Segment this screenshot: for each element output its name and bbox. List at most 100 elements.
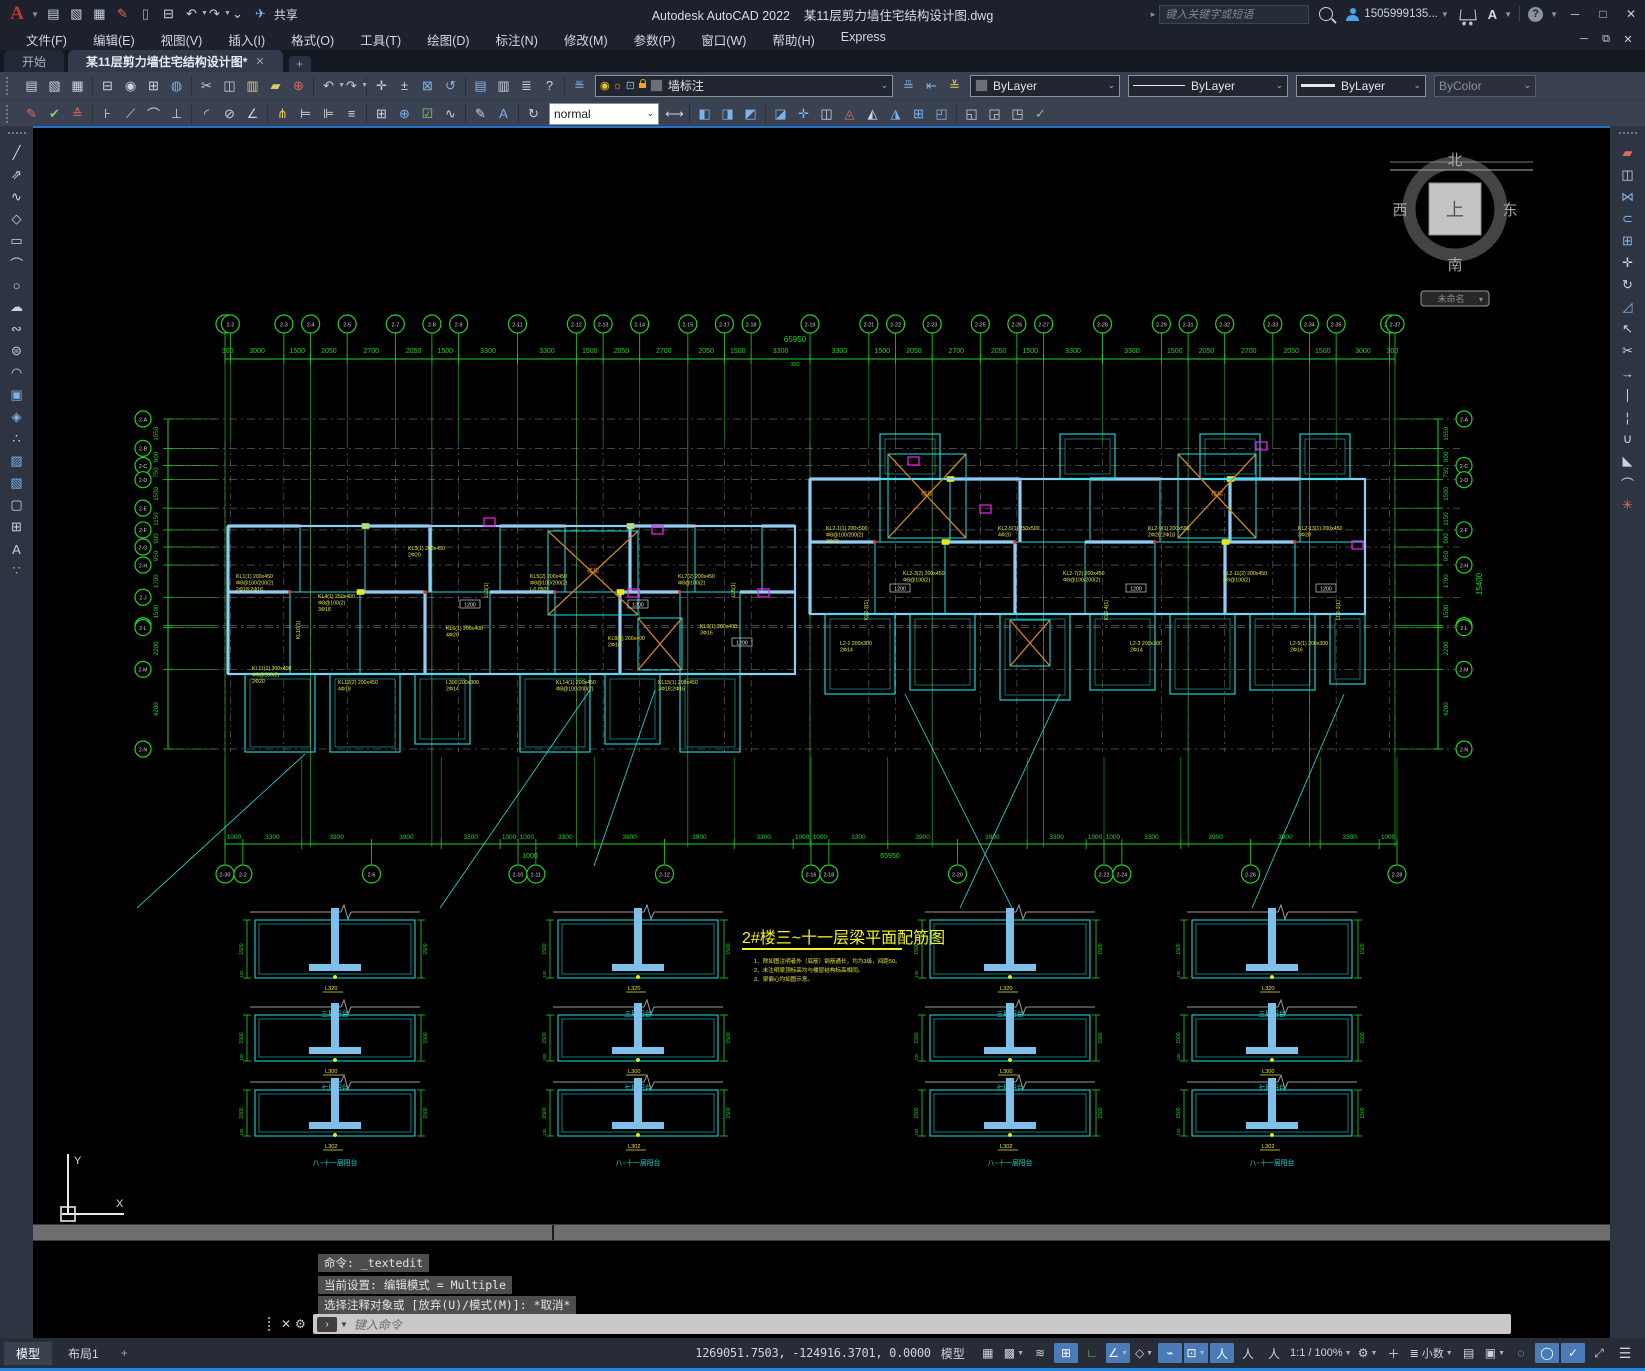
lineweight-combo[interactable]: ByLayer ⌄: [1296, 74, 1426, 97]
rectangle-icon[interactable]: ▭: [4, 230, 30, 252]
spell-check-icon[interactable]: ✔: [43, 103, 66, 125]
paste-icon[interactable]: ▥: [241, 75, 264, 97]
polar-tracking-icon[interactable]: ∠ ▼: [1106, 1343, 1131, 1363]
mtext-icon[interactable]: A: [4, 538, 30, 560]
customize-quick-access-icon[interactable]: ⌄: [226, 3, 249, 25]
share-label[interactable]: 共享: [274, 6, 298, 23]
dim-jogged-icon[interactable]: ∿: [439, 103, 462, 125]
solid-union-icon[interactable]: ◧: [693, 103, 716, 125]
block-editor-icon[interactable]: ⊕: [287, 75, 310, 97]
solid-check-icon[interactable]: ✓: [1029, 103, 1052, 125]
revcloud-icon[interactable]: ☁: [4, 296, 30, 318]
fillet-icon[interactable]: ⌒: [1615, 472, 1641, 494]
new-file-icon[interactable]: ▤: [42, 3, 65, 25]
make-layer-current-icon[interactable]: ≞: [897, 75, 920, 97]
cut-icon[interactable]: ✂: [195, 75, 218, 97]
help-dropdown-icon[interactable]: ▼: [1550, 10, 1558, 19]
match-properties-icon[interactable]: ▰: [264, 75, 287, 97]
menu-10[interactable]: 窗口(W): [701, 30, 746, 49]
help-icon[interactable]: ?: [538, 75, 561, 97]
web-publish-icon[interactable]: ◍: [165, 75, 188, 97]
erase-icon[interactable]: ▰: [1615, 142, 1641, 164]
break-point-icon[interactable]: ∣: [1615, 384, 1641, 406]
toolbar-drag-handle[interactable]: [7, 132, 26, 140]
tab-start[interactable]: 开始: [4, 50, 65, 72]
menu-8[interactable]: 修改(M): [564, 30, 608, 49]
offset-icon[interactable]: ⊂: [1615, 208, 1641, 230]
center-mark-icon[interactable]: ⊕: [393, 103, 416, 125]
menu-12[interactable]: Express: [841, 30, 886, 49]
dim-spacing-icon[interactable]: ≡: [340, 103, 363, 125]
layer-states-icon[interactable]: ≚: [943, 75, 966, 97]
dim-linear-icon[interactable]: ⊦: [96, 103, 119, 125]
menu-9[interactable]: 参数(P): [634, 30, 676, 49]
solid-box-icon[interactable]: ◫: [815, 103, 838, 125]
tolerance-icon[interactable]: ⊞: [370, 103, 393, 125]
solid-rotate-icon[interactable]: ◬: [838, 103, 861, 125]
menu-2[interactable]: 视图(V): [161, 30, 203, 49]
redo-icon[interactable]: ↷ ▼: [203, 3, 231, 25]
circle-icon[interactable]: ○: [4, 274, 30, 296]
share-plane-icon[interactable]: ✈: [249, 3, 272, 25]
isolate-objects-icon[interactable]: ◌: [1509, 1343, 1533, 1363]
region-icon[interactable]: ▢: [4, 494, 30, 516]
solid-align-icon[interactable]: ◭: [861, 103, 884, 125]
redo-icon[interactable]: ↷ ▼: [340, 75, 368, 97]
isodraft-icon[interactable]: ◇ ▼: [1132, 1343, 1156, 1363]
infer-constraints-icon[interactable]: ≋: [1028, 1343, 1052, 1363]
ellipse-icon[interactable]: ⊜: [4, 340, 30, 362]
account-name[interactable]: 1505999135...: [1364, 8, 1438, 20]
quick-dim-icon[interactable]: ⋔: [271, 103, 294, 125]
insert-block-icon[interactable]: ▣: [4, 384, 30, 406]
model-tab[interactable]: 模型: [4, 1341, 53, 1365]
dim-text-edit-icon[interactable]: A: [492, 103, 515, 125]
annotation-monitor-icon[interactable]: 人: [1262, 1343, 1286, 1363]
trim-icon[interactable]: ✂: [1615, 340, 1641, 362]
dim-aligned-icon[interactable]: ⟋: [119, 103, 142, 125]
layer-freeze-icon[interactable]: ☼: [613, 80, 623, 92]
annotation-scale-label[interactable]: 1:1 / 100% ▼: [1288, 1343, 1354, 1363]
dim-baseline-icon[interactable]: ⊫: [317, 103, 340, 125]
horizontal-scrollbar[interactable]: [33, 1224, 1610, 1241]
zoom-realtime-icon[interactable]: ±: [393, 75, 416, 97]
command-settings-wrench-icon[interactable]: ⚙: [295, 1317, 313, 1331]
chamfer-icon[interactable]: ◣: [1615, 450, 1641, 472]
maximize-button[interactable]: □: [1589, 1, 1617, 27]
logo-dropdown-icon[interactable]: ▼: [31, 10, 39, 19]
overkill-icon[interactable]: ≙: [66, 103, 89, 125]
model-space-button[interactable]: 模型: [933, 1343, 973, 1364]
plot-icon[interactable]: ⊟: [157, 3, 180, 25]
account-dropdown-icon[interactable]: ▼: [1441, 10, 1449, 19]
search-input[interactable]: 键入关键字或短语: [1159, 4, 1310, 24]
menu-7[interactable]: 标注(N): [496, 30, 538, 49]
spline-icon[interactable]: ∾: [4, 318, 30, 340]
dim-arc-icon[interactable]: ⌒: [142, 103, 165, 125]
move-icon[interactable]: ✛: [1615, 252, 1641, 274]
open-file-icon[interactable]: ▧: [65, 3, 88, 25]
scale-icon[interactable]: ◿: [1615, 296, 1641, 318]
solid-pull-icon[interactable]: ◰: [930, 103, 953, 125]
dim-ordinate-icon[interactable]: ⊥: [165, 103, 188, 125]
zoom-previous-icon[interactable]: ↺: [439, 75, 462, 97]
open-icon[interactable]: ▧: [43, 75, 66, 97]
make-block-icon[interactable]: ◈: [4, 406, 30, 428]
dim-edit-icon[interactable]: ✎: [469, 103, 492, 125]
command-input[interactable]: › ▼ 键入命令: [313, 1314, 1511, 1334]
dim-radius-icon[interactable]: ◜: [195, 103, 218, 125]
rotate-icon[interactable]: ↻: [1615, 274, 1641, 296]
array-icon[interactable]: ⊞: [1615, 230, 1641, 252]
ellipse-arc-icon[interactable]: ◠: [4, 362, 30, 384]
user-avatar-icon[interactable]: [1346, 7, 1360, 21]
solid-mirror-icon[interactable]: ◮: [884, 103, 907, 125]
help-icon[interactable]: ?: [1528, 6, 1544, 22]
customization-menu-icon[interactable]: ☰: [1613, 1343, 1637, 1363]
layer-color-swatch[interactable]: [649, 79, 663, 92]
snap-mode-icon[interactable]: ▩ ▼: [1002, 1343, 1026, 1363]
search-icon[interactable]: [1319, 7, 1334, 21]
plot-preview-icon[interactable]: ◉: [119, 75, 142, 97]
quick-properties-icon[interactable]: ▤: [1457, 1343, 1481, 1363]
units-label[interactable]: ≣ 小数 ▼: [1408, 1343, 1455, 1363]
undo-icon[interactable]: ↶ ▼: [317, 75, 345, 97]
explode-icon[interactable]: ✳: [1615, 494, 1641, 516]
clean-screen-icon[interactable]: ◯: [1535, 1343, 1559, 1363]
